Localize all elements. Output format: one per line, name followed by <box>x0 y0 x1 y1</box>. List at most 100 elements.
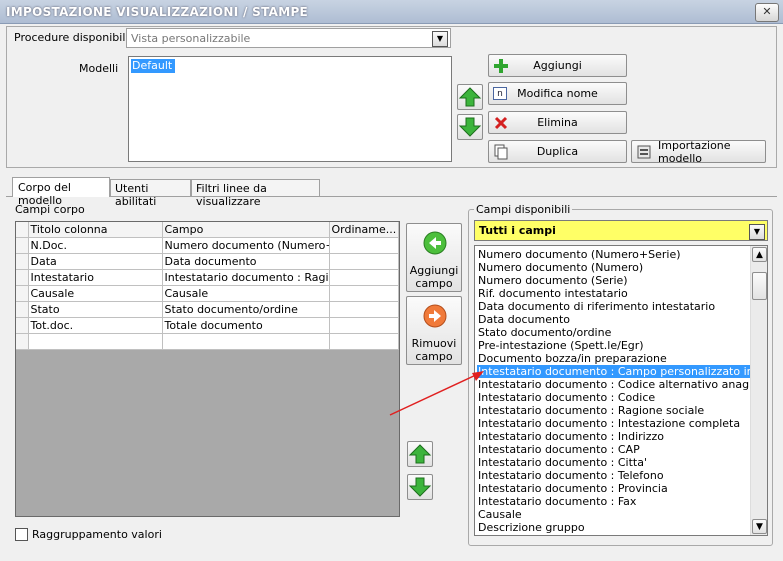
rimuovi-campo-button[interactable]: Rimuovi campo <box>406 296 462 365</box>
campi-filter-select[interactable]: Tutti i campi ▼ <box>474 220 768 241</box>
importazione-modello-button[interactable]: Importazione modello <box>631 138 766 165</box>
cell-campo[interactable]: Data documento <box>162 253 330 270</box>
list-item[interactable]: Data documento di riferimento intestatar… <box>478 300 715 313</box>
cell-titolo[interactable]: Stato <box>28 301 163 318</box>
cell-campo[interactable]: Causale <box>162 285 330 302</box>
list-item[interactable]: Numero documento (Numero) <box>478 261 643 274</box>
tab-filtri-linee-label: Filtri linee da visualizzare <box>196 182 267 208</box>
arrow-down-icon <box>408 477 432 497</box>
duplica-button[interactable]: Duplica <box>488 140 627 163</box>
tab-filtri-linee[interactable]: Filtri linee da visualizzare <box>191 179 320 208</box>
modifica-nome-label: Modifica nome <box>517 87 598 100</box>
list-item[interactable]: Intestatario documento : Fax <box>478 495 636 508</box>
cell-titolo[interactable] <box>28 333 163 350</box>
modelli-list[interactable]: Default <box>128 56 452 162</box>
header-titolo-colonna[interactable]: Titolo colonna <box>28 222 163 238</box>
move-up-button[interactable] <box>457 84 483 110</box>
cell-campo[interactable]: Totale documento <box>162 317 330 334</box>
list-item[interactable]: Numero documento (Numero+Serie) <box>478 248 681 261</box>
list-item[interactable]: Intestatario documento : Codice alternat… <box>478 378 767 391</box>
raggruppamento-checkbox[interactable] <box>15 528 28 541</box>
cell-ordinamento[interactable] <box>329 285 399 302</box>
arrow-up-icon <box>458 87 482 107</box>
cell-ordinamento[interactable] <box>329 317 399 334</box>
importazione-label: Importazione modello <box>658 138 731 165</box>
cell-campo[interactable] <box>162 333 330 350</box>
duplica-label: Duplica <box>536 145 579 158</box>
cell-ordinamento[interactable] <box>329 301 399 318</box>
header-campo[interactable]: Campo <box>162 222 330 238</box>
scroll-down-icon[interactable]: ▼ <box>752 519 767 534</box>
list-item[interactable]: Descrizione gruppo <box>478 521 585 534</box>
campi-filter-value: Tutti i campi <box>479 224 556 237</box>
table-row[interactable]: Causale Causale <box>16 285 399 302</box>
tab-utenti-abilitati-label: Utenti abilitati <box>115 182 157 208</box>
table-row[interactable]: N.Doc. Numero documento (Numero+... <box>16 237 399 254</box>
aggiungi-button[interactable]: Aggiungi <box>488 54 627 77</box>
aggiungi-campo-button[interactable]: Aggiungi campo <box>406 223 462 292</box>
list-item[interactable]: Intestatario documento : CAP <box>478 443 640 456</box>
arrow-down-icon <box>458 117 482 137</box>
chevron-down-icon[interactable]: ▼ <box>432 31 448 47</box>
cell-titolo[interactable]: Data <box>28 253 163 270</box>
table-row[interactable]: Tot.doc. Totale documento <box>16 317 399 334</box>
list-item[interactable]: Intestatario documento : Provincia <box>478 482 668 495</box>
field-move-up-button[interactable] <box>407 441 433 467</box>
rimuovi-campo-label: Rimuovi campo <box>411 337 457 363</box>
window-title: IMPOSTAZIONE VISUALIZZAZIONI / STAMPE <box>6 5 309 19</box>
list-item[interactable]: Intestatario documento : Codice <box>478 391 655 404</box>
modifica-nome-button[interactable]: n Modifica nome <box>488 82 627 105</box>
cell-titolo[interactable]: N.Doc. <box>28 237 163 254</box>
list-item[interactable]: Intestatario documento : Telefono <box>478 469 664 482</box>
cell-campo[interactable]: Numero documento (Numero+... <box>162 237 330 254</box>
list-item[interactable]: Intestatario documento : Indirizzo <box>478 430 664 443</box>
procedure-select[interactable]: Vista personalizzabile ▼ <box>126 28 451 48</box>
list-item[interactable]: Intestatario documento : Campo personali… <box>477 365 767 378</box>
procedure-value: Vista personalizzabile <box>131 32 251 45</box>
list-item[interactable]: Numero documento (Serie) <box>478 274 628 287</box>
cell-campo[interactable]: Stato documento/ordine <box>162 301 330 318</box>
campi-corpo-grid[interactable]: Titolo colonna Campo Ordiname... N.Doc. N… <box>15 221 400 517</box>
row-indicator <box>16 253 29 270</box>
list-item[interactable]: Causale <box>478 508 522 521</box>
list-item[interactable]: Pre-intestazione (Spett.le/Egr) <box>478 339 644 352</box>
cell-ordinamento[interactable] <box>329 333 399 350</box>
tab-corpo-modello[interactable]: Corpo del modello <box>12 177 110 207</box>
modelli-item-default[interactable]: Default <box>131 59 175 73</box>
list-item[interactable]: Rif. documento intestatario <box>478 287 628 300</box>
table-row-new[interactable] <box>16 333 399 350</box>
list-item[interactable]: Data documento <box>478 313 570 326</box>
scrollbar-thumb[interactable] <box>752 272 767 300</box>
list-item[interactable]: Stato documento/ordine <box>478 326 611 339</box>
import-icon <box>637 145 651 159</box>
cell-titolo[interactable]: Causale <box>28 285 163 302</box>
campi-disponibili-list[interactable]: Numero documento (Numero+Serie) Numero do… <box>474 245 768 536</box>
procedure-label: Procedure disponibili : <box>14 31 136 44</box>
chevron-down-icon[interactable]: ▼ <box>749 224 765 240</box>
table-row[interactable]: Data Data documento <box>16 253 399 270</box>
cell-ordinamento[interactable] <box>329 237 399 254</box>
field-move-down-button[interactable] <box>407 474 433 500</box>
table-row[interactable]: Intestatario Intestatario documento : Rag… <box>16 269 399 286</box>
cell-ordinamento[interactable] <box>329 269 399 286</box>
list-item[interactable]: Intestatario documento : Ragione sociale <box>478 404 704 417</box>
close-button[interactable]: ✕ <box>755 3 779 22</box>
tab-utenti-abilitati[interactable]: Utenti abilitati <box>110 179 191 208</box>
elimina-label: Elimina <box>537 116 578 129</box>
list-item[interactable]: Intestatario documento : Citta' <box>478 456 647 469</box>
elimina-button[interactable]: Elimina <box>488 111 627 134</box>
move-down-button[interactable] <box>457 114 483 140</box>
row-indicator <box>16 333 29 350</box>
cell-campo[interactable]: Intestatario documento : Ragi... <box>162 269 330 286</box>
cell-titolo[interactable]: Intestatario <box>28 269 163 286</box>
scrollbar[interactable]: ▲ ▼ <box>750 246 767 535</box>
header-ordinamento[interactable]: Ordiname... <box>329 222 399 238</box>
scroll-up-icon[interactable]: ▲ <box>752 247 767 262</box>
row-indicator <box>16 269 29 286</box>
list-item[interactable]: Documento bozza/in preparazione <box>478 352 667 365</box>
cell-ordinamento[interactable] <box>329 253 399 270</box>
table-row[interactable]: Stato Stato documento/ordine <box>16 301 399 318</box>
row-indicator <box>16 301 29 318</box>
list-item[interactable]: Intestatario documento : Intestazione co… <box>478 417 740 430</box>
cell-titolo[interactable]: Tot.doc. <box>28 317 163 334</box>
